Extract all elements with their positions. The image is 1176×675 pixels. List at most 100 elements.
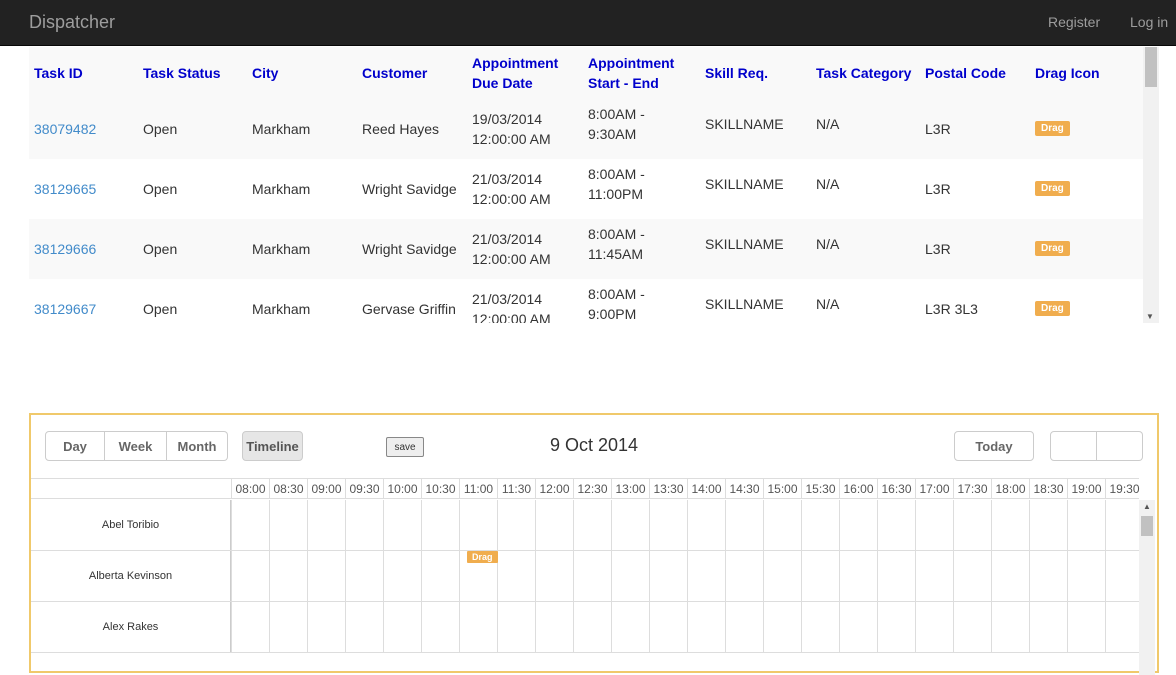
view-day-button[interactable]: Day [45, 431, 105, 461]
register-link[interactable]: Register [1048, 14, 1100, 30]
header-city[interactable]: City [252, 47, 352, 99]
postal-code: L3R [925, 121, 951, 137]
time-slot-header: 18:00 [991, 479, 1029, 499]
grid-line [231, 602, 232, 653]
grid-line [687, 602, 688, 653]
grid-line [687, 551, 688, 602]
scroll-up-icon[interactable]: ▲ [1143, 502, 1151, 511]
grid-line [269, 551, 270, 602]
grid-line [649, 602, 650, 653]
grid-line [649, 500, 650, 551]
start-time: 8:00AM - [588, 166, 645, 182]
customer: Wright Savidge [362, 181, 457, 197]
grid-line [915, 500, 916, 551]
time-slot-header: 13:30 [649, 479, 687, 499]
grid-line [801, 500, 802, 551]
grid-line [915, 551, 916, 602]
grid-line [459, 551, 460, 602]
navbar: Dispatcher Register Log in [0, 0, 1176, 46]
header-start-end[interactable]: Appointment Start - End [588, 47, 688, 99]
grid-line [839, 500, 840, 551]
grid-line [1067, 602, 1068, 653]
header-customer[interactable]: Customer [362, 47, 462, 99]
next-button[interactable] [1097, 431, 1143, 461]
login-link[interactable]: Log in [1130, 14, 1168, 30]
table-scrollbar[interactable]: ▼ [1143, 47, 1159, 323]
drag-handle[interactable]: Drag [1035, 241, 1070, 256]
grid-line [307, 602, 308, 653]
grid-line [649, 551, 650, 602]
scheduler: Day Week Month Timeline save 9 Oct 2014 … [29, 413, 1159, 675]
header-category[interactable]: Task Category [816, 47, 921, 99]
grid-line [383, 551, 384, 602]
view-timeline-button[interactable]: Timeline [242, 431, 303, 461]
grid-line [345, 500, 346, 551]
task-status: Open [143, 121, 178, 137]
scheduled-task-event[interactable]: Drag [467, 551, 498, 563]
grid-line [535, 551, 536, 602]
table-row: 38079482 Open Markham Reed Hayes 19/03/2… [29, 99, 1143, 159]
grid-line [231, 551, 232, 602]
calendar-title: 9 Oct 2014 [550, 435, 639, 455]
start-time: 8:00AM - [588, 286, 645, 302]
time-slot-header: 08:00 [231, 479, 269, 499]
save-button[interactable]: save [386, 437, 424, 457]
start-time: 8:00AM - [588, 226, 645, 242]
task-status: Open [143, 181, 178, 197]
scheduler-scrollbar[interactable]: ▲ [1139, 500, 1155, 675]
grid-line [687, 500, 688, 551]
grid-line [535, 500, 536, 551]
table-row: 38129667 Open Markham Gervase Griffin 21… [29, 279, 1143, 323]
postal-code: L3R [925, 241, 951, 257]
header-skill[interactable]: Skill Req. [705, 47, 805, 99]
task-id-link[interactable]: 38079482 [34, 119, 96, 139]
customer: Gervase Griffin [362, 301, 456, 317]
resource-row: Alex Rakes [31, 602, 1144, 653]
task-id-link[interactable]: 38129666 [34, 239, 96, 259]
time-slot-header: 18:30 [1029, 479, 1067, 499]
time-slot-header: 14:00 [687, 479, 725, 499]
today-button[interactable]: Today [954, 431, 1034, 461]
task-id-link[interactable]: 38129667 [34, 299, 96, 319]
timeline-header: 08:00 08:30 09:00 09:30 10:00 10:30 11:00 11:30… [31, 478, 1140, 499]
header-task-status[interactable]: Task Status [143, 47, 243, 99]
task-id-link[interactable]: 38129665 [34, 179, 96, 199]
grid-line [459, 500, 460, 551]
due-time: 12:00:00 AM [472, 251, 551, 267]
end-time: 9:30AM [588, 126, 637, 142]
time-slot-header: 12:00 [535, 479, 573, 499]
grid-line [307, 551, 308, 602]
grid-line [877, 500, 878, 551]
header-task-id[interactable]: Task ID [34, 47, 134, 99]
view-month-button[interactable]: Month [167, 431, 228, 461]
prev-button[interactable] [1050, 431, 1097, 461]
brand-link[interactable]: Dispatcher [29, 12, 115, 33]
time-slot-header: 15:30 [801, 479, 839, 499]
grid-line [839, 602, 840, 653]
postal-code: L3R 3L3 [925, 301, 978, 317]
grid-line [573, 551, 574, 602]
grid-line [1067, 551, 1068, 602]
table-scrollbar-thumb[interactable] [1145, 47, 1157, 87]
header-drag-icon[interactable]: Drag Icon [1035, 47, 1135, 99]
resource-name: Alex Rakes [31, 602, 231, 652]
view-week-button[interactable]: Week [105, 431, 167, 461]
grid-line [459, 602, 460, 653]
scroll-down-icon[interactable]: ▼ [1146, 312, 1154, 321]
grid-line [725, 500, 726, 551]
grid-line [1029, 551, 1030, 602]
grid-line [1029, 500, 1030, 551]
grid-line [953, 500, 954, 551]
header-due-date[interactable]: Appointment Due Date [472, 47, 572, 99]
drag-handle[interactable]: Drag [1035, 301, 1070, 316]
grid-line [383, 500, 384, 551]
end-time: 11:00PM [588, 186, 643, 202]
scheduler-scrollbar-thumb[interactable] [1141, 516, 1153, 536]
category: N/A [816, 116, 840, 132]
customer: Reed Hayes [362, 121, 440, 137]
drag-handle[interactable]: Drag [1035, 181, 1070, 196]
grid-line [991, 500, 992, 551]
grid-line [421, 500, 422, 551]
header-postal-code[interactable]: Postal Code [925, 47, 1025, 99]
drag-handle[interactable]: Drag [1035, 121, 1070, 136]
